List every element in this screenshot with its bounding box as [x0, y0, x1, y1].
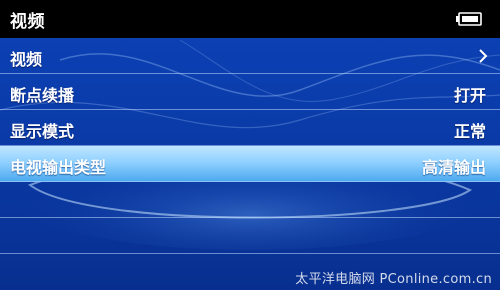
- battery-icon: [456, 12, 482, 26]
- menu-empty-row: [0, 218, 500, 254]
- row-divider: [0, 253, 500, 254]
- menu-item-display-mode[interactable]: 显示模式 正常: [0, 110, 500, 146]
- menu-empty-row: [0, 182, 500, 218]
- menu-item-resume-playback[interactable]: 断点续播 打开: [0, 74, 500, 110]
- menu-item-video[interactable]: 视频: [0, 38, 500, 74]
- title-bar: 视频: [0, 0, 500, 38]
- device-screen: 视频 视频 断点续播 打开 显示模式 正常 电视输出类型 高清输出 太平洋电脑网…: [0, 0, 500, 290]
- menu-item-value: 打开: [453, 86, 486, 105]
- watermark: 太平洋电脑网 PConline.com.cn: [295, 272, 492, 287]
- menu-item-label: 视频: [10, 50, 43, 69]
- menu-item-label: 显示模式: [10, 122, 75, 141]
- menu-item-label: 电视输出类型: [10, 158, 107, 177]
- page-title: 视频: [10, 12, 45, 32]
- menu-item-value: 正常: [453, 122, 486, 141]
- chevron-right-icon: [479, 49, 488, 63]
- menu-item-value: 高清输出: [421, 158, 486, 177]
- menu-item-label: 断点续播: [10, 86, 75, 105]
- menu-item-tv-output-type[interactable]: 电视输出类型 高清输出: [0, 146, 500, 182]
